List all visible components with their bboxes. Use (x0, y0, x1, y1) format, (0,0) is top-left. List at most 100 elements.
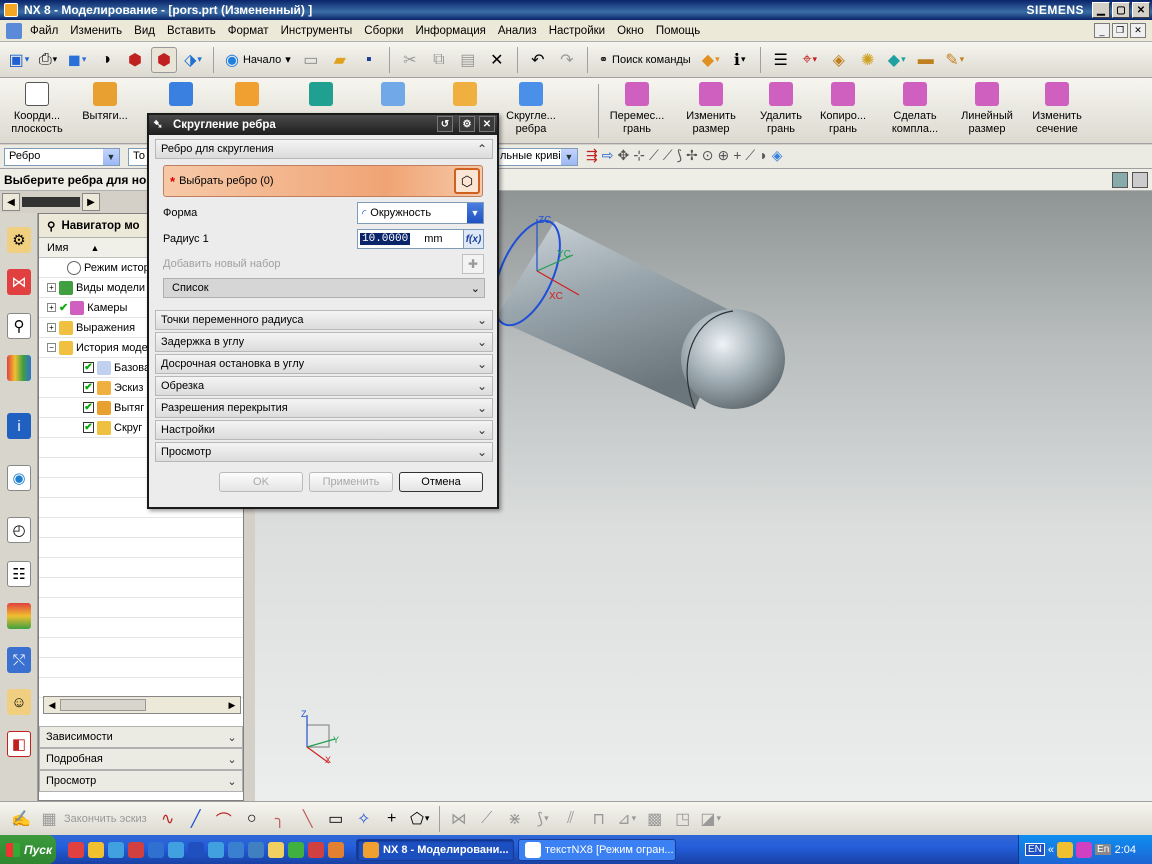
users-icon[interactable]: ☺ (7, 689, 31, 715)
redo-icon[interactable]: ↷ (554, 47, 580, 73)
finish-sketch-icon[interactable]: ▦ (36, 806, 62, 832)
chevron-down-icon[interactable]: ⌄ (224, 773, 240, 789)
section-variable-radius[interactable]: Точки переменного радиуса ⌄ (155, 310, 493, 330)
pin-icon[interactable]: ⚲ (47, 219, 55, 233)
snap-on-face-icon[interactable]: ◗ (759, 147, 767, 164)
fillet-icon[interactable]: ╮ (267, 806, 293, 832)
paste-icon[interactable]: ▤ (455, 47, 481, 73)
wireframe-icon[interactable]: ⬢ (151, 46, 177, 73)
ruler-icon[interactable]: ▬ (913, 47, 939, 73)
command-finder-button[interactable]: ⚭ Поиск команды (595, 47, 695, 73)
visibility-checkbox[interactable]: ✔ (83, 362, 94, 373)
menu-tools[interactable]: Инструменты (275, 25, 359, 37)
tray-app2-icon[interactable] (1076, 841, 1093, 858)
extrude-button[interactable]: Вытяги... (72, 82, 138, 140)
mirror-icon[interactable]: ⟆ (530, 806, 556, 832)
follow-fillet-icon[interactable]: ⇨ (602, 147, 614, 164)
section-button[interactable]: Изменить сечение (1024, 82, 1090, 140)
section-settings[interactable]: Настройки ⌄ (155, 420, 493, 440)
snap-point-icon[interactable]: ✥ (617, 147, 629, 164)
menu-format[interactable]: Формат (222, 25, 275, 37)
update-model-icon[interactable]: ◪ (698, 806, 724, 832)
dialog-titlebar[interactable]: ➷ Скругление ребра ↺ ⚙ ✕ (149, 115, 497, 135)
expand-icon[interactable]: + (47, 303, 56, 312)
render-style-icon[interactable]: ◼ (64, 47, 90, 73)
shading-icon[interactable]: ◑ (93, 47, 119, 73)
menu-view[interactable]: Вид (128, 25, 161, 37)
box-solid-icon[interactable]: ◆ (698, 47, 724, 73)
trim-icon[interactable]: ⋈ (446, 806, 472, 832)
snap-icon[interactable]: ◆ (884, 47, 910, 73)
explorer-icon[interactable] (248, 841, 264, 858)
show-hide-icon[interactable]: ⬢ (122, 47, 148, 73)
sort-asc-icon[interactable]: ▲ (90, 243, 99, 253)
dimension-icon[interactable]: ⊓ (586, 806, 612, 832)
copy-face-button[interactable]: Копиро... грань (810, 82, 876, 140)
info-icon[interactable]: ℹ (727, 47, 753, 73)
tray-app-icon[interactable] (1057, 841, 1074, 858)
show-constraints-icon[interactable]: ⊿ (614, 806, 640, 832)
selection-filter-icon[interactable]: ▣ (6, 47, 32, 73)
rectangle-icon[interactable]: ▭ (323, 806, 349, 832)
orient-sketch-icon[interactable]: ◳ (670, 806, 696, 832)
formula-icon[interactable]: f(x) (463, 230, 483, 248)
ie-icon[interactable] (208, 841, 224, 858)
arc-icon[interactable]: ⌒ (211, 806, 237, 832)
doc-close-button[interactable]: ✕ (1130, 23, 1146, 38)
delete-icon[interactable]: ✕ (484, 47, 510, 73)
section-trim[interactable]: Обрезка ⌄ (155, 376, 493, 396)
close-button[interactable]: ✕ (1132, 2, 1150, 18)
extend-icon[interactable]: ⟋ (474, 806, 500, 832)
snap-solid-icon[interactable]: ◈ (772, 147, 783, 164)
scroll-thumb[interactable] (60, 699, 146, 711)
panel-preview[interactable]: Просмотр ⌄ (39, 770, 243, 792)
folder-icon[interactable] (268, 841, 284, 858)
menu-preferences[interactable]: Настройки (543, 25, 611, 37)
word-app-icon[interactable] (148, 841, 164, 858)
menu-assemblies[interactable]: Сборки (358, 25, 409, 37)
layer-icon[interactable]: ☰ (768, 47, 794, 73)
constraint-icon[interactable]: ⫽ (558, 806, 584, 832)
constraint-navigator-icon[interactable]: ⋈ (7, 269, 31, 295)
offset-curve-icon[interactable]: ⬠ (407, 806, 433, 832)
cancel-button[interactable]: Отмена (399, 472, 483, 492)
finish-sketch-label[interactable]: Закончить эскиз (64, 813, 147, 825)
new-file-icon[interactable]: ▭ (298, 47, 324, 73)
apply-button[interactable]: Применить (309, 472, 393, 492)
menu-information[interactable]: Информация (409, 25, 491, 37)
snap-on-curve-icon[interactable]: ⟋ (745, 147, 755, 164)
select-edge-bar[interactable]: * Выбрать ребро (0) ⬡ (163, 165, 483, 197)
roles-icon[interactable]: ⤲ (7, 647, 31, 673)
cut-icon[interactable]: ✂ (397, 47, 423, 73)
player-icon[interactable] (188, 841, 204, 858)
menu-insert[interactable]: Вставить (161, 25, 222, 37)
menu-help[interactable]: Помощь (650, 25, 706, 37)
chevron-down-icon[interactable]: ⌄ (474, 356, 490, 372)
start-button[interactable]: Пуск (0, 835, 56, 864)
system-scene-icon[interactable]: ◧ (7, 731, 31, 757)
snap-existing-icon[interactable]: + (733, 147, 741, 164)
snap-center-icon[interactable]: ⊙ (702, 147, 714, 164)
type-filter-select[interactable]: Ребро ▼ (4, 148, 120, 166)
stop-at-intersection-icon[interactable]: ⇶ (586, 147, 598, 164)
history-icon[interactable]: ◉ (7, 465, 31, 491)
ok-button[interactable]: OK (219, 472, 303, 492)
list-header[interactable]: Список ⌄ (163, 278, 485, 298)
chevron-down-icon[interactable]: ⌄ (474, 422, 490, 438)
printer-icon[interactable]: ⎙ (35, 47, 61, 73)
circle-icon[interactable]: ○ (239, 806, 265, 832)
chevron-down-icon[interactable]: ⌄ (474, 334, 490, 350)
point-icon[interactable]: + (379, 806, 405, 832)
chevron-down-icon[interactable]: ⌄ (474, 378, 490, 394)
shape-select[interactable]: ◜ Окружность ▼ (357, 202, 484, 224)
language-bar-indicator[interactable]: En (1095, 844, 1112, 855)
save-icon[interactable]: ▪ (356, 47, 382, 73)
chevron-down-icon[interactable]: ⌄ (224, 729, 240, 745)
polygon-icon[interactable]: ✧ (351, 806, 377, 832)
expand-icon[interactable]: + (47, 323, 56, 332)
datum-plane-button[interactable]: Коорди... плоскость (4, 82, 70, 140)
media-app-icon[interactable] (128, 841, 144, 858)
corner-icon[interactable]: ⋇ (502, 806, 528, 832)
expand-icon[interactable]: + (47, 283, 56, 292)
panel-dependencies[interactable]: Зависимости ⌄ (39, 726, 243, 748)
